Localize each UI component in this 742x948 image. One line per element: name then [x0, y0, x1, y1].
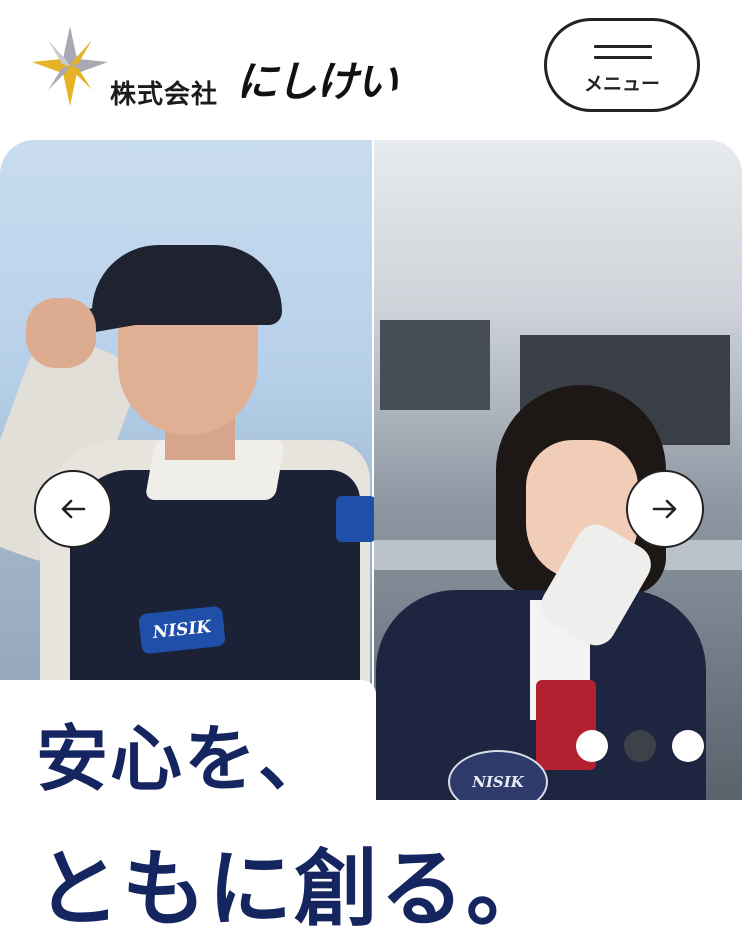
hamburger-icon [594, 45, 652, 67]
menu-label: メニュー [583, 73, 660, 95]
site-header: 株式会社 にしけい メニュー [0, 0, 742, 130]
menu-button[interactable]: メニュー [544, 18, 700, 112]
slider-dot-1[interactable] [576, 730, 608, 762]
slider-dot-3[interactable] [672, 730, 704, 762]
compass-star-icon [32, 26, 108, 106]
company-prefix: 株式会社 [110, 80, 219, 110]
slider-prev-button[interactable] [34, 470, 112, 548]
hero-headline-line1: 安心を、 [36, 717, 333, 801]
slider-dot-2-active[interactable] [624, 730, 656, 762]
arrow-left-icon [61, 499, 86, 519]
hero-headline-line2: ともに創る。 [36, 840, 553, 938]
slider-pagination [576, 730, 706, 766]
slider-next-button[interactable] [626, 470, 704, 548]
site-logo[interactable]: 株式会社 にしけい [32, 26, 432, 110]
arrow-right-icon [652, 499, 677, 519]
brand-name: にしけい [236, 57, 398, 106]
